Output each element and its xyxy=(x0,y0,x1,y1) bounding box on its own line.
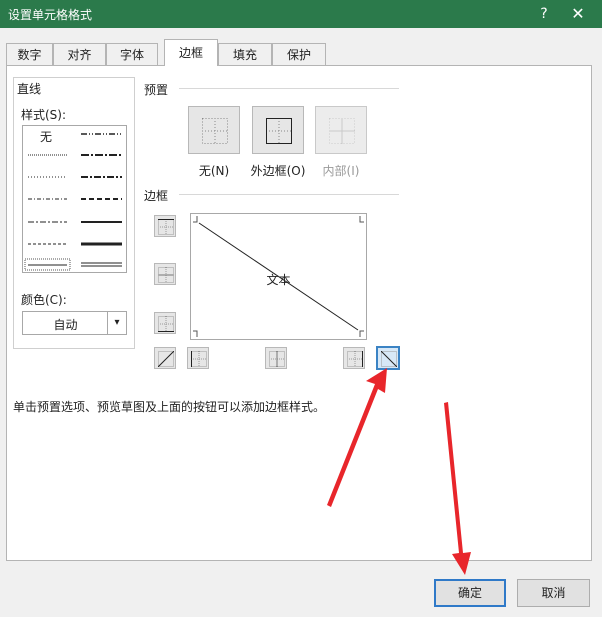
line-style-list[interactable]: 无 xyxy=(22,125,127,273)
border-tab-panel: 直线 样式(S): 无 颜色(C): 自动 ▾ 预置 无(N) 外边框(O) 内… xyxy=(6,65,592,561)
preset-none-button[interactable] xyxy=(188,106,240,154)
border-right-button[interactable] xyxy=(343,347,365,369)
corner-mark-bottom-left xyxy=(193,330,198,337)
color-select[interactable]: 自动 ▾ xyxy=(22,311,127,335)
border-inside-horizontal-button[interactable] xyxy=(154,263,176,285)
preset-outline-label: 外边框(O) xyxy=(250,164,306,178)
tab-protection[interactable]: 保护 xyxy=(272,43,326,65)
diagonal-up-icon xyxy=(158,351,174,367)
chevron-down-icon[interactable]: ▾ xyxy=(107,312,126,334)
tab-fill[interactable]: 填充 xyxy=(218,43,272,65)
border-diagonal-up-button[interactable] xyxy=(154,347,176,369)
help-icon[interactable]: ? xyxy=(532,3,556,25)
presets-divider xyxy=(179,88,399,89)
tab-alignment[interactable]: 对齐 xyxy=(53,43,106,65)
border-bottom-button[interactable] xyxy=(154,312,176,334)
line-style-options[interactable] xyxy=(23,126,126,272)
presets-label: 预置 xyxy=(144,83,169,97)
title-bar: 设置单元格格式 ? ✕ xyxy=(0,0,602,28)
border-divider xyxy=(179,194,399,195)
preset-none-label: 无(N) xyxy=(198,164,230,178)
border-left-icon xyxy=(191,351,207,367)
color-label: 颜色(C): xyxy=(21,293,67,307)
border-inside-vertical-icon xyxy=(269,351,285,367)
line-group-label: 直线 xyxy=(17,82,42,96)
tab-number[interactable]: 数字 xyxy=(6,43,53,65)
border-section-label: 边框 xyxy=(144,189,169,203)
border-left-button[interactable] xyxy=(187,347,209,369)
ok-button[interactable]: 确定 xyxy=(434,579,506,607)
border-preview[interactable]: 文本 xyxy=(190,213,367,340)
style-label: 样式(S): xyxy=(21,108,67,122)
tab-font[interactable]: 字体 xyxy=(106,43,158,65)
border-inside-vertical-button[interactable] xyxy=(265,347,287,369)
preset-inside-icon xyxy=(329,118,355,144)
preset-none-icon xyxy=(202,118,228,144)
corner-mark-top-right xyxy=(359,216,364,223)
diagonal-down-icon xyxy=(381,351,397,367)
preset-inside-label: 内部(I) xyxy=(322,164,360,178)
corner-mark-bottom-right xyxy=(359,330,364,337)
border-right-icon xyxy=(347,351,363,367)
cancel-button[interactable]: 取消 xyxy=(517,579,590,607)
border-top-button[interactable] xyxy=(154,215,176,237)
hint-text: 单击预置选项、预览草图及上面的按钮可以添加边框样式。 xyxy=(13,400,326,414)
preset-outline-icon xyxy=(266,118,292,144)
border-top-icon xyxy=(158,219,174,235)
color-select-value: 自动 xyxy=(53,318,78,332)
border-bottom-icon xyxy=(158,316,174,332)
close-icon[interactable]: ✕ xyxy=(566,3,590,25)
preview-text: 文本 xyxy=(266,273,291,287)
preset-inside-button[interactable] xyxy=(315,106,367,154)
corner-mark-top-left xyxy=(193,216,198,223)
border-diagonal-down-button[interactable] xyxy=(376,346,400,370)
tab-border[interactable]: 边框 xyxy=(164,39,218,66)
border-inside-horizontal-icon xyxy=(158,267,174,283)
window-title: 设置单元格格式 xyxy=(8,8,93,22)
preset-outline-button[interactable] xyxy=(252,106,304,154)
